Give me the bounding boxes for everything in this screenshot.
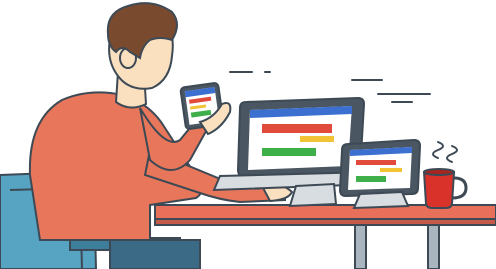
tablet	[338, 138, 422, 210]
desk	[154, 204, 496, 269]
motion-lines	[229, 71, 431, 103]
illustration-canvas	[0, 2, 496, 269]
smartphone	[179, 82, 232, 136]
coffee-mug-icon	[422, 168, 468, 209]
steam-icon	[432, 141, 458, 163]
